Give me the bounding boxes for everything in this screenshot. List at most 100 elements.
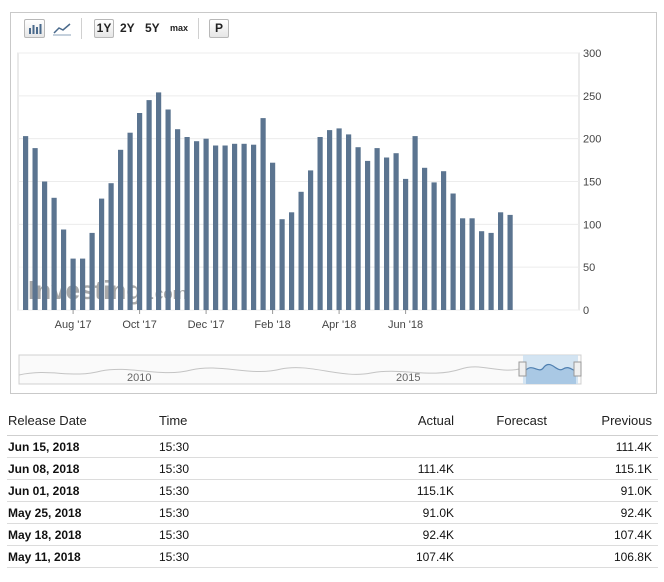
bar[interactable] (232, 143, 238, 310)
bar[interactable] (279, 219, 285, 310)
x-tick-label: Apr '18 (322, 319, 357, 331)
bar[interactable] (450, 193, 456, 311)
header-time: Time (159, 413, 188, 428)
table-row: Jun 08, 2018 15:30 111.4K 115.1K (7, 458, 658, 480)
bar[interactable] (298, 191, 304, 310)
bar[interactable] (203, 138, 209, 310)
bar[interactable] (118, 149, 124, 310)
y-tick-label: 300 (583, 48, 601, 60)
actual-cell: 107.4K (415, 550, 454, 564)
bar[interactable] (412, 136, 418, 310)
time-cell: 15:30 (159, 484, 190, 498)
navigator-right-handle[interactable] (573, 361, 582, 377)
time-cell: 15:30 (159, 528, 190, 542)
bar[interactable] (441, 171, 447, 310)
header-release-date: Release Date (8, 413, 87, 428)
bar[interactable] (469, 218, 475, 310)
previous-cell: 106.8K (613, 550, 652, 564)
previous-cell: 115.1K (614, 462, 652, 476)
bar[interactable] (137, 113, 143, 310)
bar[interactable] (222, 145, 228, 311)
bar[interactable] (42, 181, 48, 311)
y-tick-label: 200 (583, 134, 601, 146)
bar[interactable] (317, 137, 323, 310)
release-date-cell: May 11, 2018 (8, 550, 81, 564)
time-cell: 15:30 (159, 550, 190, 564)
bar[interactable] (213, 145, 219, 311)
header-actual: Actual (417, 413, 454, 428)
bar[interactable] (289, 212, 295, 310)
previous-cell: 91.0K (620, 484, 652, 498)
bar[interactable] (460, 218, 466, 310)
bar[interactable] (251, 144, 257, 310)
bar[interactable] (156, 92, 162, 311)
bar[interactable] (146, 100, 152, 310)
actual-cell: 91.0K (422, 506, 454, 520)
table-row: May 11, 2018 15:30 107.4K 106.8K (7, 546, 658, 568)
bar[interactable] (365, 160, 371, 310)
bar[interactable] (507, 214, 513, 310)
bar[interactable] (393, 153, 399, 310)
bar[interactable] (374, 148, 380, 310)
bar[interactable] (80, 258, 86, 310)
table-header-row: Release Date Time Actual Forecast Previo… (7, 406, 658, 436)
navigator-label-2015: 2015 (396, 372, 420, 384)
y-tick-label: 250 (583, 91, 601, 103)
bar[interactable] (184, 137, 190, 310)
bar[interactable] (165, 109, 171, 311)
bar[interactable] (127, 132, 133, 310)
release-date-cell: May 25, 2018 (8, 506, 82, 520)
header-forecast: Forecast (496, 413, 547, 428)
x-tick-label: Feb '18 (254, 319, 290, 331)
navigator[interactable]: 2010 2015 (18, 354, 582, 385)
bar[interactable] (175, 129, 181, 310)
bar[interactable] (51, 197, 57, 310)
bar[interactable] (488, 232, 494, 310)
table-body: Jun 15, 2018 15:30 111.4K Jun 08, 2018 15:30… (7, 436, 658, 568)
bar[interactable] (32, 148, 38, 310)
x-tick-label: Aug '17 (55, 319, 92, 331)
release-date-cell: Jun 15, 2018 (8, 440, 80, 454)
bar[interactable] (260, 118, 266, 310)
bar[interactable] (336, 128, 342, 310)
bar[interactable] (422, 167, 428, 310)
y-tick-label: 0 (583, 305, 589, 317)
x-tick-label: Oct '17 (122, 319, 157, 331)
x-axis: Aug '17 Oct '17 Dec '17 Feb '18 Apr '18 Jun '… (55, 310, 423, 331)
bar[interactable] (346, 134, 352, 310)
previous-cell: 92.4K (620, 506, 652, 520)
bar[interactable] (194, 141, 200, 310)
x-tick-label: Jun '18 (388, 319, 423, 331)
bar[interactable] (89, 232, 95, 310)
x-tick-label: Dec '17 (188, 319, 225, 331)
release-date-cell: Jun 01, 2018 (8, 484, 80, 498)
bar[interactable] (431, 182, 437, 310)
bar[interactable] (479, 231, 485, 310)
bar[interactable] (327, 130, 333, 310)
y-tick-label: 150 (583, 177, 601, 189)
actual-cell: 92.4K (422, 528, 454, 542)
bar[interactable] (355, 147, 361, 310)
bar[interactable] (99, 198, 105, 310)
time-cell: 15:30 (159, 462, 190, 476)
bar[interactable] (308, 170, 314, 310)
bar[interactable] (498, 212, 504, 310)
table-row: Jun 15, 2018 15:30 111.4K (7, 436, 658, 458)
bar[interactable] (23, 136, 29, 310)
bar[interactable] (108, 183, 114, 310)
navigator-left-handle[interactable] (518, 361, 527, 377)
bar[interactable] (403, 178, 409, 310)
time-cell: 15:30 (159, 440, 190, 454)
bar[interactable] (61, 229, 67, 311)
y-tick-label: 50 (583, 262, 595, 274)
release-date-cell: May 18, 2018 (8, 528, 82, 542)
chart-area: Investing .com 050100150200250300 Aug '1… (17, 48, 601, 385)
y-tick-label: 100 (583, 219, 601, 231)
table-row: May 25, 2018 15:30 91.0K 92.4K (7, 502, 658, 524)
bar[interactable] (270, 162, 276, 310)
header-previous: Previous (601, 413, 652, 428)
bar[interactable] (70, 258, 76, 310)
previous-cell: 111.4K (615, 440, 652, 454)
bar[interactable] (384, 157, 390, 311)
bar[interactable] (241, 143, 247, 310)
